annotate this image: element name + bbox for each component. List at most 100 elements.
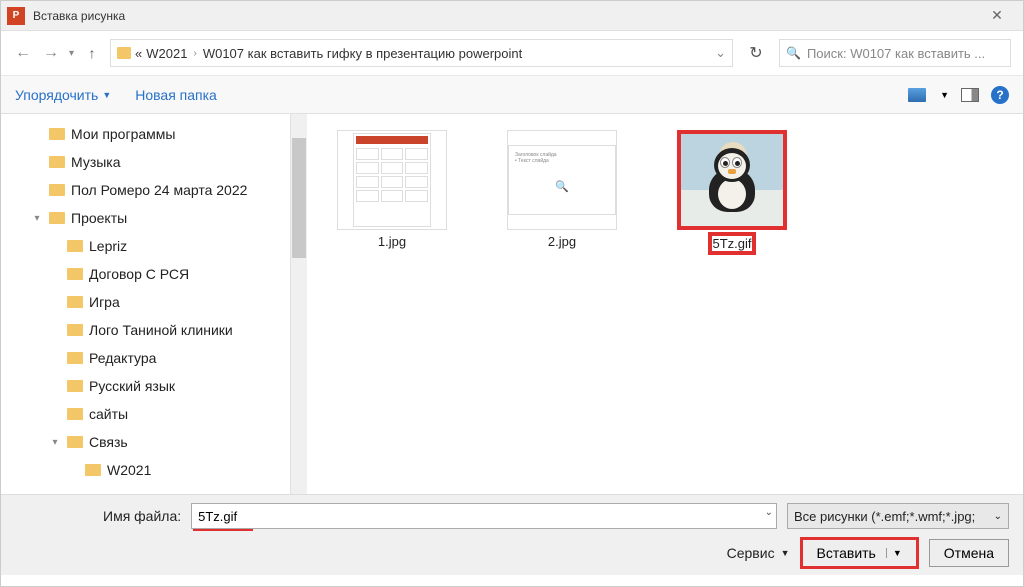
file-name: 1.jpg [327,234,457,249]
tree-item[interactable]: ▾ Проекты [1,204,290,232]
insert-label: Вставить [817,545,876,561]
scrollbar-thumb[interactable] [292,138,306,258]
search-icon: 🔍 [786,46,801,60]
folder-icon [67,436,83,448]
tools-menu[interactable]: Сервис ▼ [727,545,790,561]
file-item-selected[interactable]: 5Tz.gif [667,130,797,253]
tree-label: Лого Таниной клиники [89,322,233,338]
tree-item[interactable]: Игра [1,288,290,316]
cancel-button[interactable]: Отмена [929,539,1009,567]
cancel-label: Отмена [944,545,994,561]
insert-dropdown[interactable]: ▼ [886,548,902,558]
scrollbar[interactable] [291,114,307,494]
thumbnail [337,130,447,230]
tree-item[interactable]: Lepriz [1,232,290,260]
folder-icon [67,352,83,364]
breadcrumb[interactable]: W2021 [146,46,187,61]
file-item[interactable]: Заголовок слайда• Текст слайда🔍 2.jpg [497,130,627,249]
folder-icon [67,296,83,308]
expand-icon[interactable]: ▾ [31,213,43,224]
folder-icon [67,240,83,252]
forward-button[interactable]: → [41,44,61,62]
path-prefix: « [135,46,142,61]
refresh-button[interactable]: ↻ [741,43,771,63]
tree-item[interactable]: сайты [1,400,290,428]
tree-label: Русский язык [89,378,175,394]
folder-icon [49,128,65,140]
breadcrumb[interactable]: W0107 как вставить гифку в презентацию p… [203,46,522,61]
tree-item[interactable]: Русский язык [1,372,290,400]
tree-label: Договор С РСЯ [89,266,189,282]
tree-label: Связь [89,434,128,450]
tree-label: Пол Ромеро 24 марта 2022 [71,182,247,198]
chevron-down-icon: ▼ [102,90,111,100]
tree-item[interactable]: Пол Ромеро 24 марта 2022 [1,176,290,204]
tree-item[interactable]: Музыка [1,148,290,176]
nav-bar: ← → ▾ ↑ « W2021 › W0107 как вставить гиф… [1,31,1023,76]
window-title: Вставка рисунка [33,9,977,23]
thumbnail: Заголовок слайда• Текст слайда🔍 [507,130,617,230]
organize-label: Упорядочить [15,87,98,103]
chevron-right-icon: › [191,48,198,59]
up-button[interactable]: ↑ [82,45,102,61]
tree-label: Музыка [71,154,121,170]
toolbar: Упорядочить ▼ Новая папка ▼ ? [1,76,1023,114]
folder-icon [67,380,83,392]
search-placeholder: Поиск: W0107 как вставить ... [807,46,985,61]
folder-icon [67,408,83,420]
highlight-marker [193,529,253,531]
expand-icon[interactable]: ▾ [49,437,61,448]
tree-label: сайты [89,406,128,422]
file-list: 1.jpg Заголовок слайда• Текст слайда🔍 2.… [307,114,1023,494]
bottom-panel: Имя файла: ⌄ Все рисунки (*.emf;*.wmf;*.… [1,494,1023,575]
file-type-filter[interactable]: Все рисунки (*.emf;*.wmf;*.jpg; ⌄ [787,503,1009,529]
back-button[interactable]: ← [13,44,33,62]
help-button[interactable]: ? [991,86,1009,104]
filter-label: Все рисунки (*.emf;*.wmf;*.jpg; [794,509,975,524]
filename-input[interactable] [191,503,777,529]
chevron-down-icon: ⌄ [994,511,1002,522]
folder-icon [49,184,65,196]
tree-item[interactable]: Договор С РСЯ [1,260,290,288]
tree-label: Игра [89,294,120,310]
view-mode-button[interactable] [908,88,926,102]
tree-label: Lepriz [89,238,127,254]
folder-icon [85,464,101,476]
file-name: 2.jpg [497,234,627,249]
new-folder-label: Новая папка [135,87,217,103]
tree-item[interactable]: W2021 [1,456,290,484]
preview-pane-button[interactable] [961,88,979,102]
tools-label: Сервис [727,545,775,561]
folder-icon [117,47,131,59]
folder-icon [67,268,83,280]
file-item[interactable]: 1.jpg [327,130,457,249]
tree-label: Проекты [71,210,127,226]
title-bar: P Вставка рисунка ✕ [1,1,1023,31]
tree-label: Редактура [89,350,156,366]
tree-label: W2021 [107,462,151,478]
new-folder-button[interactable]: Новая папка [135,87,217,103]
folder-icon [49,212,65,224]
search-input[interactable]: 🔍 Поиск: W0107 как вставить ... [779,39,1011,67]
thumbnail [677,130,787,230]
tree-item[interactable]: Мои программы [1,120,290,148]
address-bar[interactable]: « W2021 › W0107 как вставить гифку в пре… [110,39,733,67]
close-button[interactable]: ✕ [977,7,1017,24]
tree-item[interactable]: ▾ Связь [1,428,290,456]
folder-tree[interactable]: Мои программы Музыка Пол Ромеро 24 марта 2… [1,114,291,494]
powerpoint-icon: P [7,7,25,25]
folder-icon [67,324,83,336]
tree-item[interactable]: Лого Таниной клиники [1,316,290,344]
chevron-down-icon[interactable]: ▼ [940,90,949,100]
history-dropdown[interactable]: ▾ [69,48,74,59]
filename-label: Имя файла: [103,508,181,524]
tree-item[interactable]: Редактура [1,344,290,372]
filename-dropdown[interactable]: ⌄ [765,507,773,518]
file-name: 5Tz.gif [712,236,751,251]
tree-label: Мои программы [71,126,175,142]
path-dropdown[interactable]: ⌄ [715,45,726,61]
chevron-down-icon: ▼ [781,548,790,558]
insert-button[interactable]: Вставить ▼ [802,539,917,567]
organize-menu[interactable]: Упорядочить ▼ [15,87,111,103]
folder-icon [49,156,65,168]
